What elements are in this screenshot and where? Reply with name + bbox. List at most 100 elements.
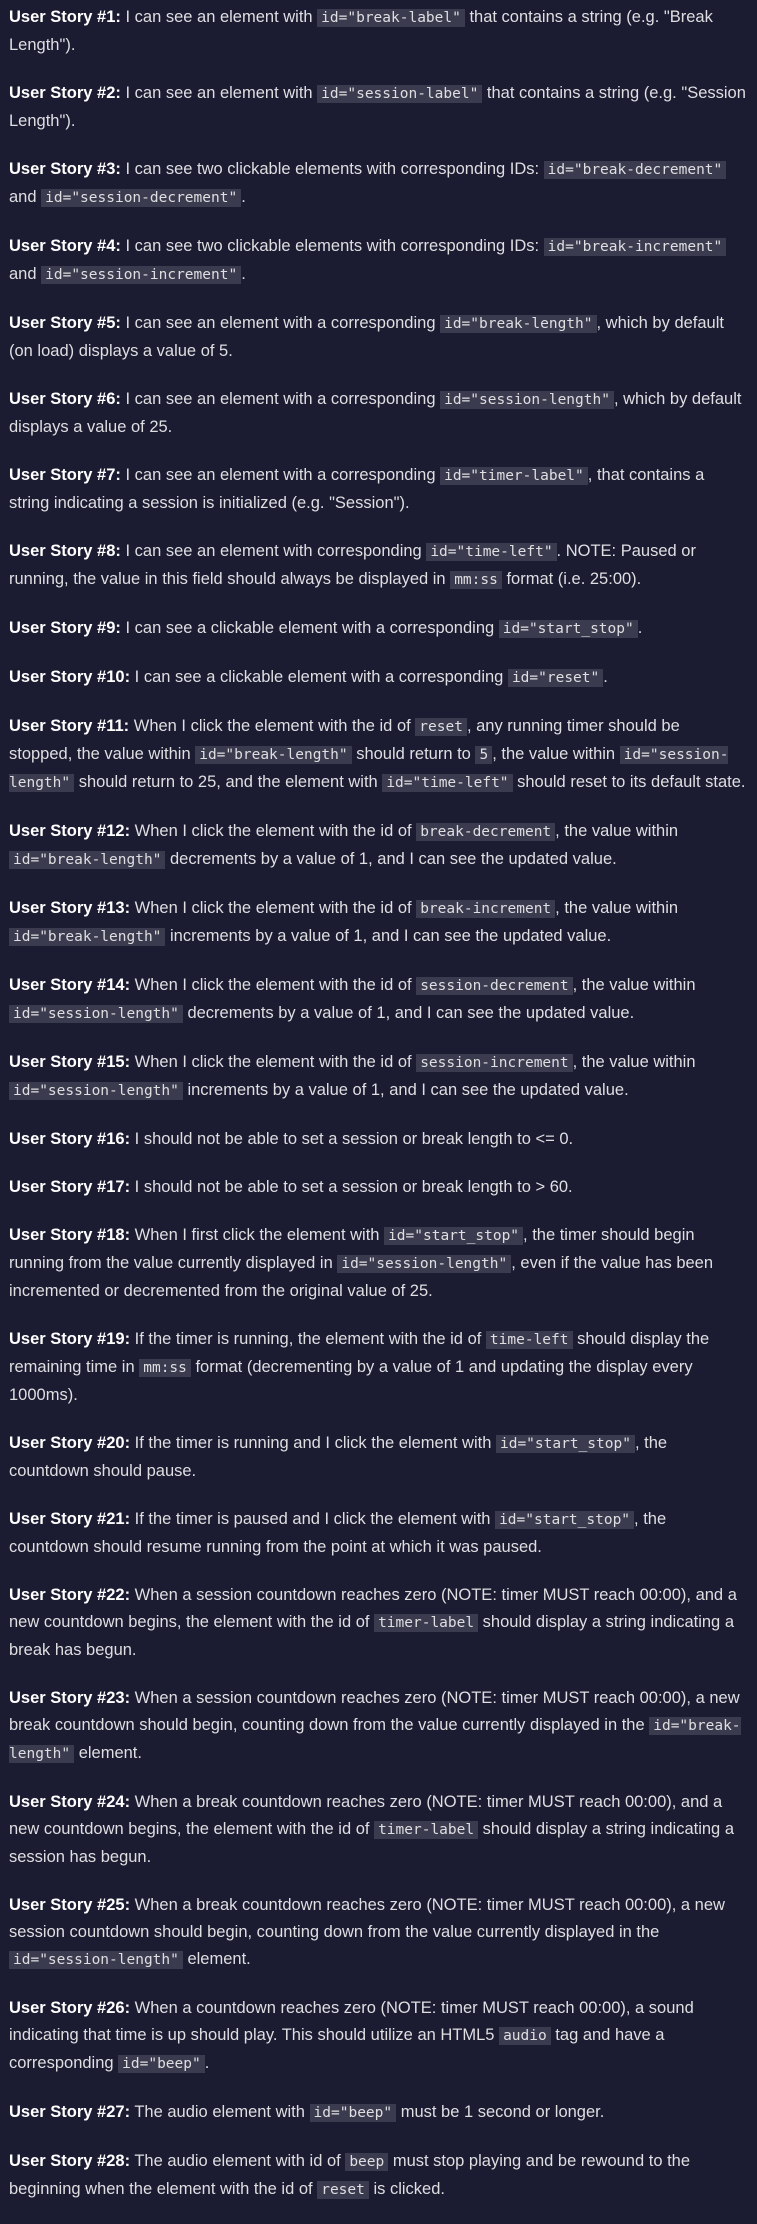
inline-code: session-increment [416, 1054, 573, 1072]
user-story-label: User Story #17: [9, 1178, 131, 1196]
story-text: I can see an element with a correspondin… [120, 314, 441, 332]
story-text: I can see an element with [120, 8, 318, 26]
inline-code: id="timer-label" [440, 467, 588, 485]
user-story-label: User Story #9: [9, 619, 121, 637]
user-story-label: User Story #14: [9, 976, 131, 994]
user-story-label: User Story #1: [9, 8, 121, 26]
story-text: When I click the element with the id of [130, 899, 417, 917]
story-text: . [241, 265, 246, 283]
story-text: I can see an element with corresponding [120, 542, 427, 560]
inline-code: id="start_stop" [495, 1435, 635, 1453]
user-story-13: User Story #13: When I click the element… [9, 895, 747, 951]
inline-code: id="session-decrement" [41, 189, 242, 207]
inline-code: id="session-length" [9, 1082, 183, 1100]
inline-code: id="session-length" [9, 1951, 183, 1969]
user-story-1: User Story #1: I can see an element with… [9, 4, 747, 59]
story-text: I should not be able to set a session or… [130, 1178, 573, 1196]
user-story-24: User Story #24: When a break countdown r… [9, 1789, 747, 1871]
story-text: If the timer is running and I click the … [130, 1434, 496, 1452]
inline-code: audio [499, 2027, 551, 2045]
inline-code: mm:ss [139, 1359, 191, 1377]
inline-code: id="break-length" [440, 315, 597, 333]
inline-code: session-decrement [416, 977, 573, 995]
user-story-5: User Story #5: I can see an element with… [9, 310, 747, 365]
story-text: increments by a value of 1, and I can se… [165, 927, 612, 945]
story-text: When I click the element with the id of [130, 976, 417, 994]
user-story-23: User Story #23: When a session countdown… [9, 1685, 747, 1768]
user-story-18: User Story #18: When I first click the e… [9, 1222, 747, 1305]
user-story-label: User Story #22: [9, 1586, 131, 1604]
user-story-9: User Story #9: I can see a clickable ele… [9, 615, 747, 643]
inline-code: beep [345, 2153, 389, 2171]
story-text: element. [74, 1744, 142, 1762]
inline-code: id="session-increment" [41, 266, 242, 284]
story-text: format (i.e. 25:00). [501, 570, 642, 588]
story-text: I can see two clickable elements with co… [120, 237, 544, 255]
user-story-label: User Story #15: [9, 1053, 131, 1071]
user-story-label: User Story #23: [9, 1689, 131, 1707]
story-text: I can see an element with [120, 84, 318, 102]
user-story-label: User Story #10: [9, 668, 131, 686]
user-story-label: User Story #13: [9, 899, 131, 917]
user-story-label: User Story #8: [9, 542, 121, 560]
story-text: , the value within [555, 899, 679, 917]
story-text: , the value within [572, 1053, 696, 1071]
inline-code: id="start_stop" [384, 1227, 524, 1245]
inline-code: id="break-increment" [543, 238, 727, 256]
story-text: should reset to its default state. [512, 773, 746, 791]
inline-code: id="session-length" [337, 1255, 512, 1273]
user-story-28: User Story #28: The audio element with i… [9, 2148, 747, 2204]
story-text: and [9, 265, 42, 283]
inline-code: reset [415, 718, 467, 736]
story-text: I can see an element with a correspondin… [120, 390, 441, 408]
story-text: . [603, 668, 608, 686]
story-text: I should not be able to set a session or… [130, 1130, 574, 1148]
user-story-2: User Story #2: I can see an element with… [9, 80, 747, 135]
user-story-3: User Story #3: I can see two clickable e… [9, 156, 747, 212]
user-story-16: User Story #16: I should not be able to … [9, 1126, 747, 1153]
story-text: If the timer is paused and I click the e… [130, 1510, 496, 1528]
inline-code: id="start_stop" [498, 620, 638, 638]
inline-code: id="time-left" [382, 774, 513, 792]
user-story-27: User Story #27: The audio element with i… [9, 2099, 747, 2127]
inline-code: 5 [475, 746, 493, 764]
story-text: If the timer is running, the element wit… [130, 1330, 486, 1348]
story-text: I can see a clickable element with a cor… [120, 619, 499, 637]
story-text: and [9, 188, 42, 206]
story-text: I can see an element with a correspondin… [120, 466, 441, 484]
user-story-14: User Story #14: When I click the element… [9, 972, 747, 1028]
inline-code: id="break-length" [195, 746, 352, 764]
inline-code: id="break-decrement" [543, 161, 727, 179]
user-story-label: User Story #21: [9, 1510, 131, 1528]
inline-code: mm:ss [450, 571, 502, 589]
story-text: element. [182, 1950, 251, 1968]
inline-code: id="break-label" [317, 9, 465, 27]
user-story-label: User Story #4: [9, 237, 121, 255]
inline-code: id="start_stop" [495, 1511, 635, 1529]
user-story-22: User Story #22: When a session countdown… [9, 1582, 747, 1664]
user-story-label: User Story #11: [9, 717, 130, 735]
user-story-12: User Story #12: When I click the element… [9, 818, 747, 874]
user-story-26: User Story #26: When a countdown reaches… [9, 1995, 747, 2078]
inline-code: break-increment [416, 900, 556, 918]
user-story-15: User Story #15: When I click the element… [9, 1049, 747, 1105]
user-story-label: User Story #6: [9, 390, 121, 408]
story-text: , the value within [492, 745, 620, 763]
user-story-label: User Story #26: [9, 1999, 131, 2017]
user-story-label: User Story #19: [9, 1330, 131, 1348]
user-story-label: User Story #28: [9, 2152, 131, 2170]
user-story-label: User Story #24: [9, 1793, 131, 1811]
story-text: When I click the element with the id of [130, 822, 417, 840]
user-story-25: User Story #25: When a break countdown r… [9, 1892, 747, 1974]
story-text: increments by a value of 1, and I can se… [182, 1081, 629, 1099]
story-text: When I click the element with the id of [129, 717, 416, 735]
user-story-label: User Story #16: [9, 1130, 131, 1148]
inline-code: timer-label [374, 1821, 479, 1839]
user-story-label: User Story #12: [9, 822, 131, 840]
story-text: should return to [351, 745, 476, 763]
user-story-11: User Story #11: When I click the element… [9, 713, 747, 797]
story-text: must be 1 second or longer. [396, 2103, 605, 2121]
inline-code: id="session-label" [317, 85, 483, 103]
story-text: When I first click the element with [130, 1226, 385, 1244]
story-text: decrements by a value of 1, and I can se… [165, 850, 617, 868]
